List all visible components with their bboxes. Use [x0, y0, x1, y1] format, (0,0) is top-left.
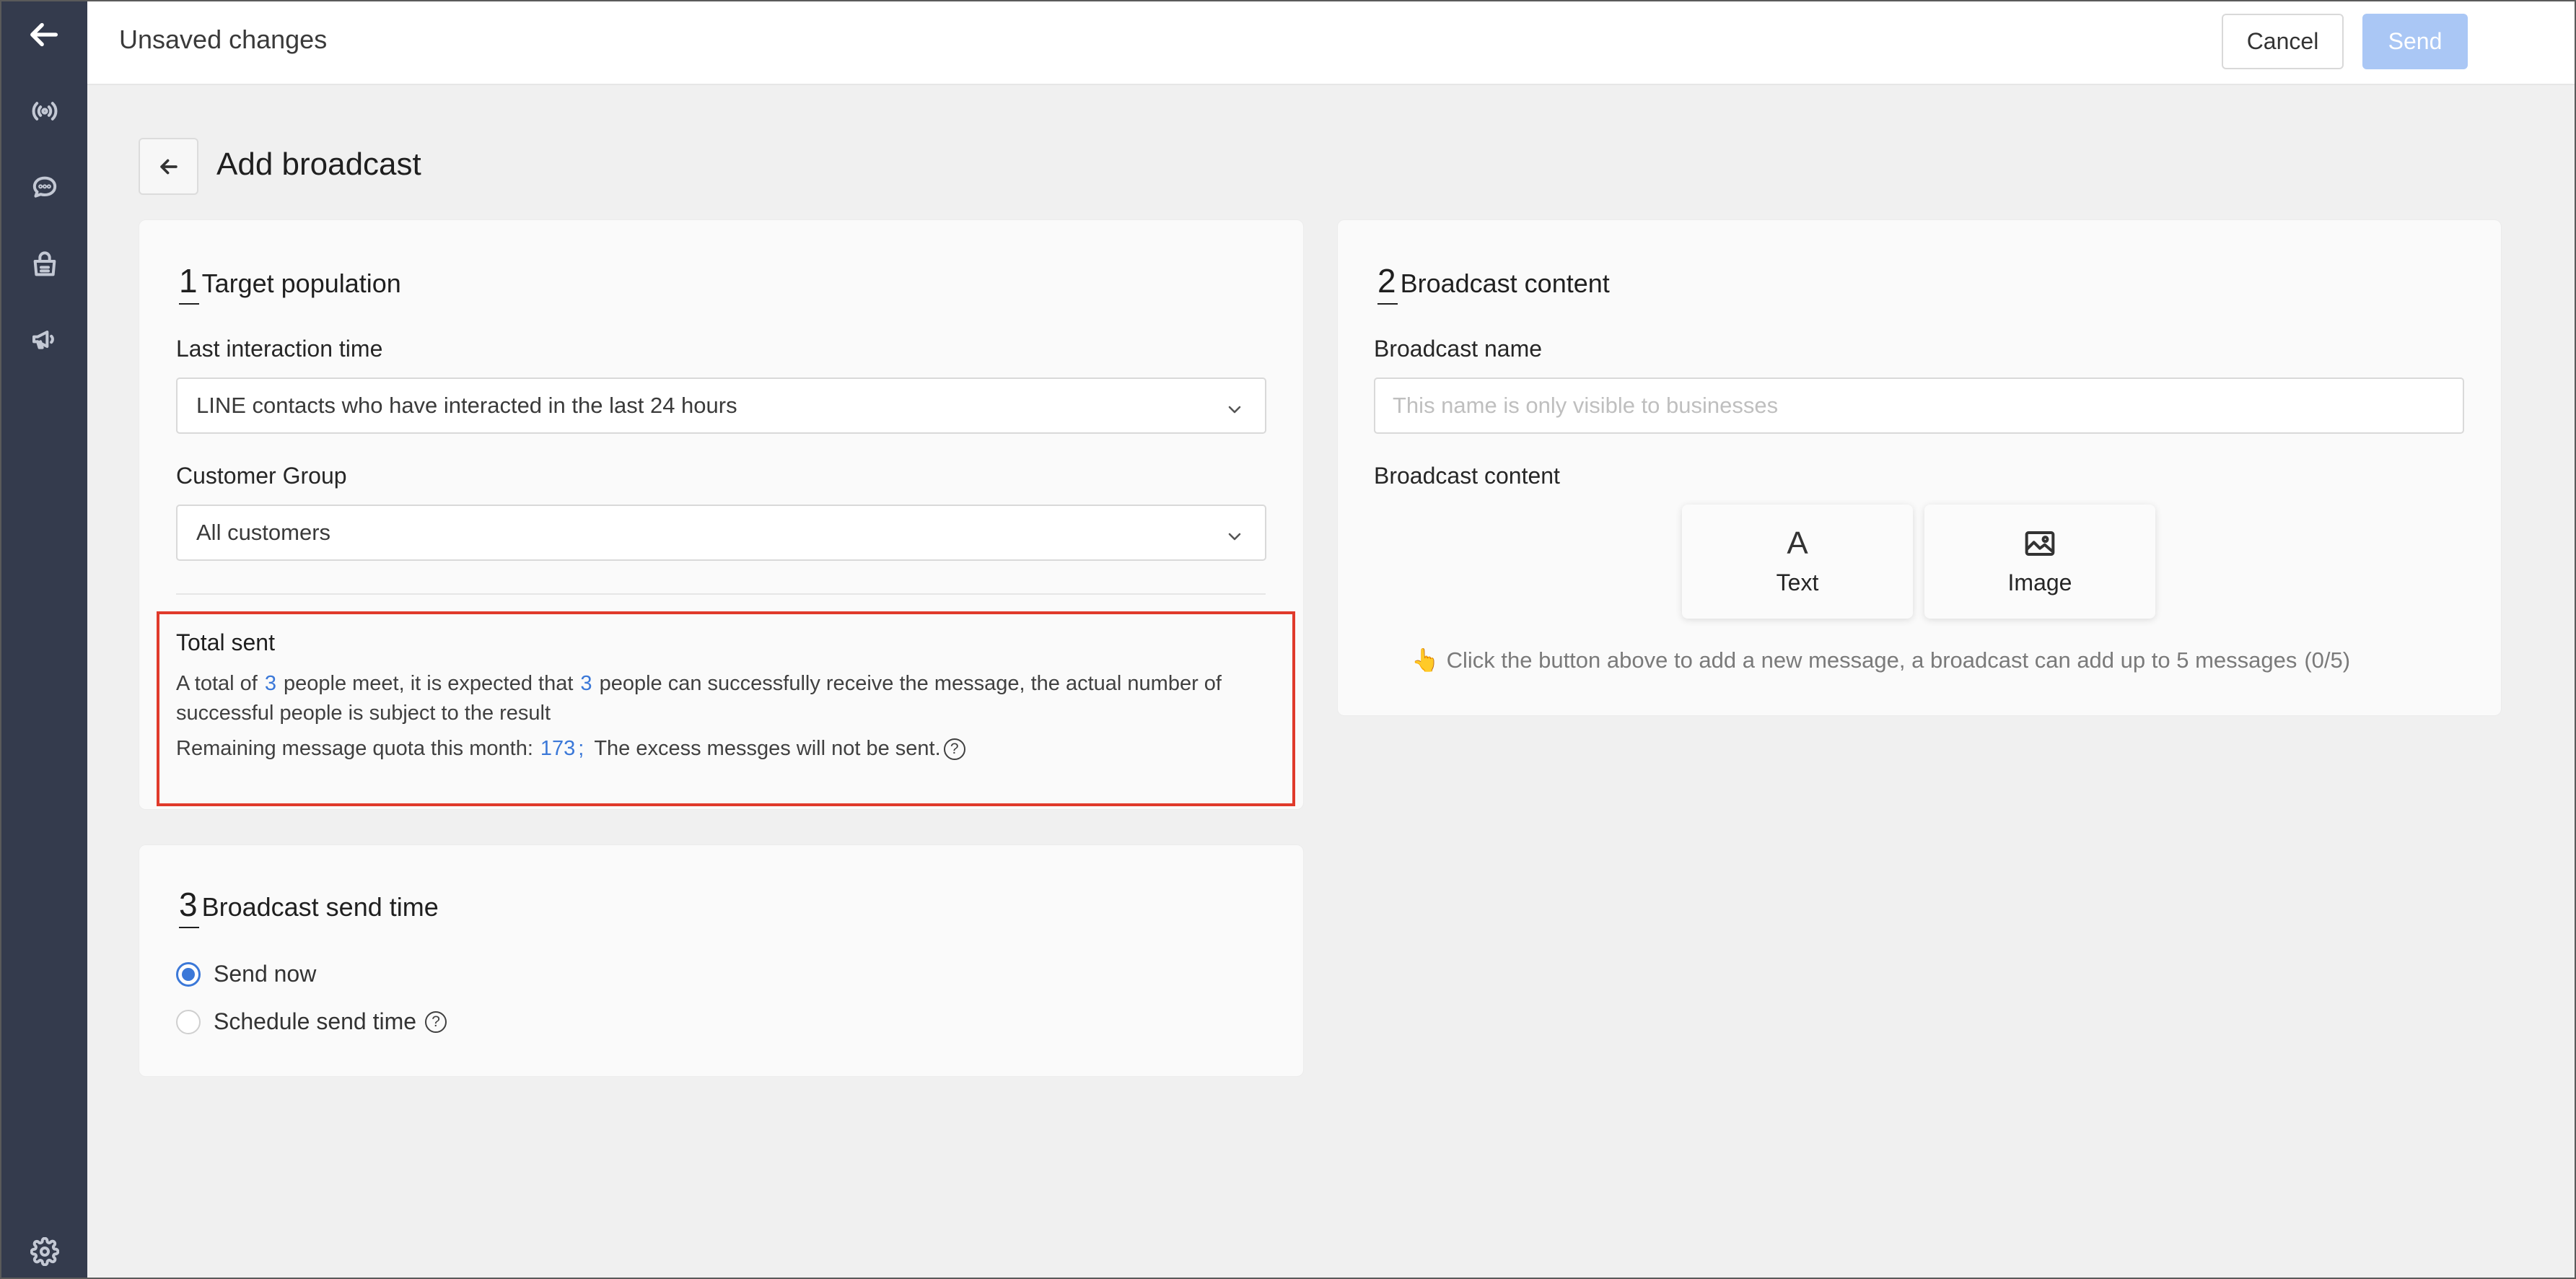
radio-send-now[interactable]: Send now	[176, 961, 316, 987]
broadcast-content-label: Broadcast content	[1374, 463, 1560, 489]
section-label: Target population	[201, 269, 401, 298]
section-label: Broadcast content	[1400, 269, 1610, 298]
broadcast-content-heading: 2 Broadcast content	[1377, 262, 1610, 305]
arrow-left-icon	[159, 159, 178, 174]
section-number: 1	[179, 262, 199, 305]
total-text-part: people meet, it is expected that	[284, 672, 574, 695]
customer-group-select[interactable]: All customers	[176, 505, 1266, 561]
radio-schedule-send-time[interactable]: Schedule send time ?	[176, 1008, 447, 1035]
app-window: Unsaved changes Cancel Send Add broadcas…	[0, 0, 2576, 1279]
text-button-label: Text	[1776, 569, 1819, 595]
total-sent-description: A total of 3 people meet, it is expected t…	[176, 669, 1273, 728]
add-text-button[interactable]: A Text	[1682, 505, 1913, 619]
expected-count: 3	[580, 672, 592, 695]
message-count: (0/5)	[2304, 647, 2351, 673]
sidebar	[1, 1, 87, 1278]
last-interaction-label: Last interaction time	[176, 336, 383, 362]
section-number: 2	[1377, 262, 1398, 305]
quota-note: The excess messges will not be sent.	[594, 737, 941, 760]
radio-label: Schedule send time	[214, 1008, 417, 1034]
radio-button[interactable]	[176, 1009, 201, 1034]
quota-line: Remaining message quota this month: 173 …	[176, 737, 965, 761]
add-message-hint: 👆 Click the button above to add a new me…	[1411, 647, 2350, 673]
target-population-heading: 1 Target population	[179, 262, 401, 305]
page-back-button[interactable]	[139, 138, 198, 195]
total-sent-title: Total sent	[176, 629, 275, 655]
total-count: 3	[264, 672, 276, 695]
help-icon[interactable]: ?	[425, 1010, 447, 1033]
image-button-label: Image	[2007, 569, 2072, 595]
broadcast-name-input[interactable]	[1374, 377, 2464, 434]
image-icon	[2024, 528, 2056, 559]
customer-group-value: All customers	[196, 520, 331, 545]
customer-group-label: Customer Group	[176, 463, 347, 489]
chevron-down-icon	[1226, 525, 1243, 542]
top-bar: Unsaved changes	[87, 1, 2575, 85]
gear-icon[interactable]	[1, 1223, 87, 1278]
megaphone-icon[interactable]	[1, 310, 87, 368]
radio-button-checked[interactable]	[176, 961, 201, 987]
quota-label: Remaining message quota this month:	[176, 737, 533, 760]
pointing-up-icon: 👆	[1411, 647, 1440, 673]
quota-separator: ;	[578, 737, 584, 760]
total-text-part: A total of	[176, 672, 258, 695]
hint-text: Click the button above to add a new mess…	[1446, 647, 2297, 673]
cancel-button[interactable]: Cancel	[2222, 14, 2344, 69]
chevron-down-icon	[1226, 398, 1243, 415]
radio-label: Send now	[214, 961, 317, 987]
send-time-heading: 3 Broadcast send time	[179, 886, 439, 928]
section-divider	[176, 593, 1266, 595]
broadcast-icon[interactable]	[1, 82, 87, 140]
last-interaction-select[interactable]: LINE contacts who have interacted in the…	[176, 377, 1266, 434]
section-number: 3	[179, 886, 199, 928]
unsaved-changes-title: Unsaved changes	[119, 25, 328, 54]
shop-bag-icon[interactable]	[1, 236, 87, 294]
broadcast-name-label: Broadcast name	[1374, 336, 1543, 362]
send-button[interactable]: Send	[2362, 14, 2468, 69]
page-title: Add broadcast	[216, 147, 421, 182]
last-interaction-value: LINE contacts who have interacted in the…	[196, 393, 737, 418]
help-icon[interactable]: ?	[943, 738, 965, 760]
back-arrow-icon[interactable]	[1, 6, 87, 64]
add-image-button[interactable]: Image	[1924, 505, 2155, 619]
section-label: Broadcast send time	[201, 892, 439, 922]
text-icon: A	[1787, 525, 1808, 561]
chat-icon[interactable]	[1, 159, 87, 217]
text-glyph: A	[1787, 525, 1808, 561]
quota-value: 173	[540, 737, 576, 760]
